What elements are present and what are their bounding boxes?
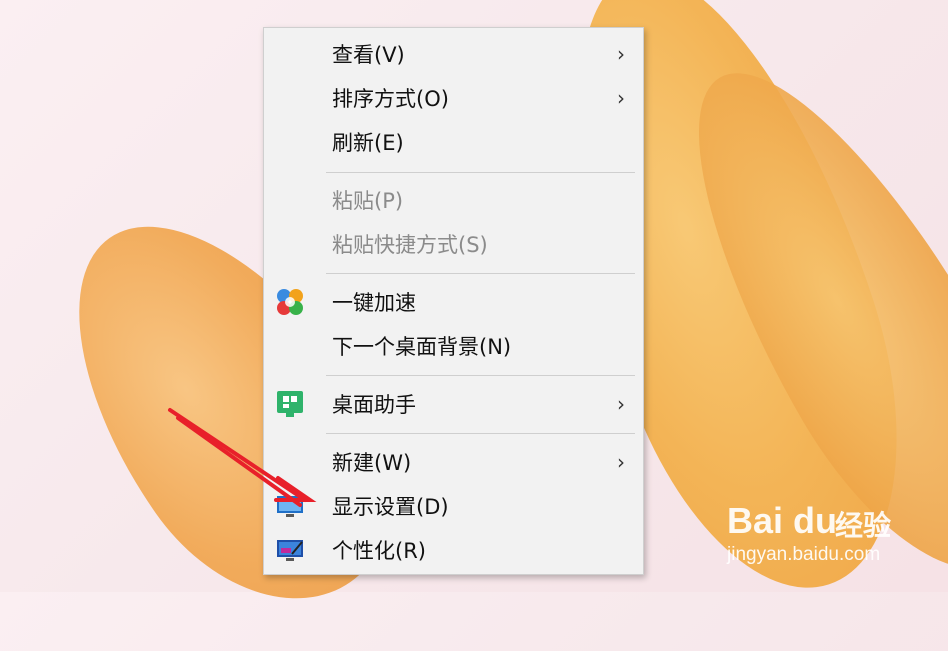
watermark-url: jingyan.baidu.com — [727, 544, 881, 565]
watermark-logo: Bai du — [727, 500, 838, 541]
baidu-watermark: Bai du 经验 jingyan.baidu.com — [727, 490, 927, 570]
watermark-brand: 经验 — [835, 509, 892, 542]
